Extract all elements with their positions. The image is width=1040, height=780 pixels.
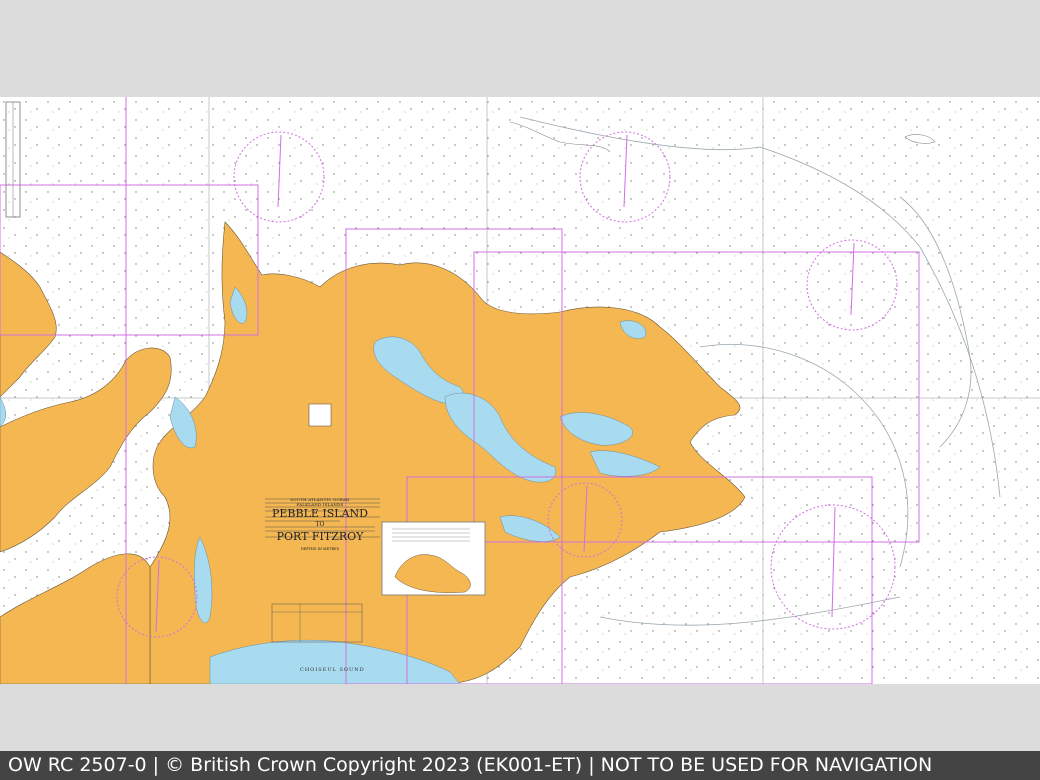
choiseul-sound-label: CHOISEUL SOUND (300, 667, 365, 673)
nautical-chart[interactable]: CHOISEUL SOUND SOUTH ATLANTIC OCEAN FALK… (0, 97, 1040, 684)
depths-note: DEPTHS IN METRES (300, 547, 340, 551)
chart-graphic: CHOISEUL SOUND (0, 97, 1040, 684)
hydrographic-seal (308, 403, 332, 427)
copyright-footer: OW RC 2507-0 | © British Crown Copyright… (0, 751, 1040, 780)
chart-title-block: SOUTH ATLANTIC OCEAN FALKLAND ISLANDS PE… (262, 497, 378, 551)
title-line1: PEBBLE ISLAND (271, 507, 368, 520)
source-diagram (381, 521, 486, 596)
title-line2: PORT FITZROY (276, 530, 364, 543)
title-to: TO (315, 521, 325, 528)
